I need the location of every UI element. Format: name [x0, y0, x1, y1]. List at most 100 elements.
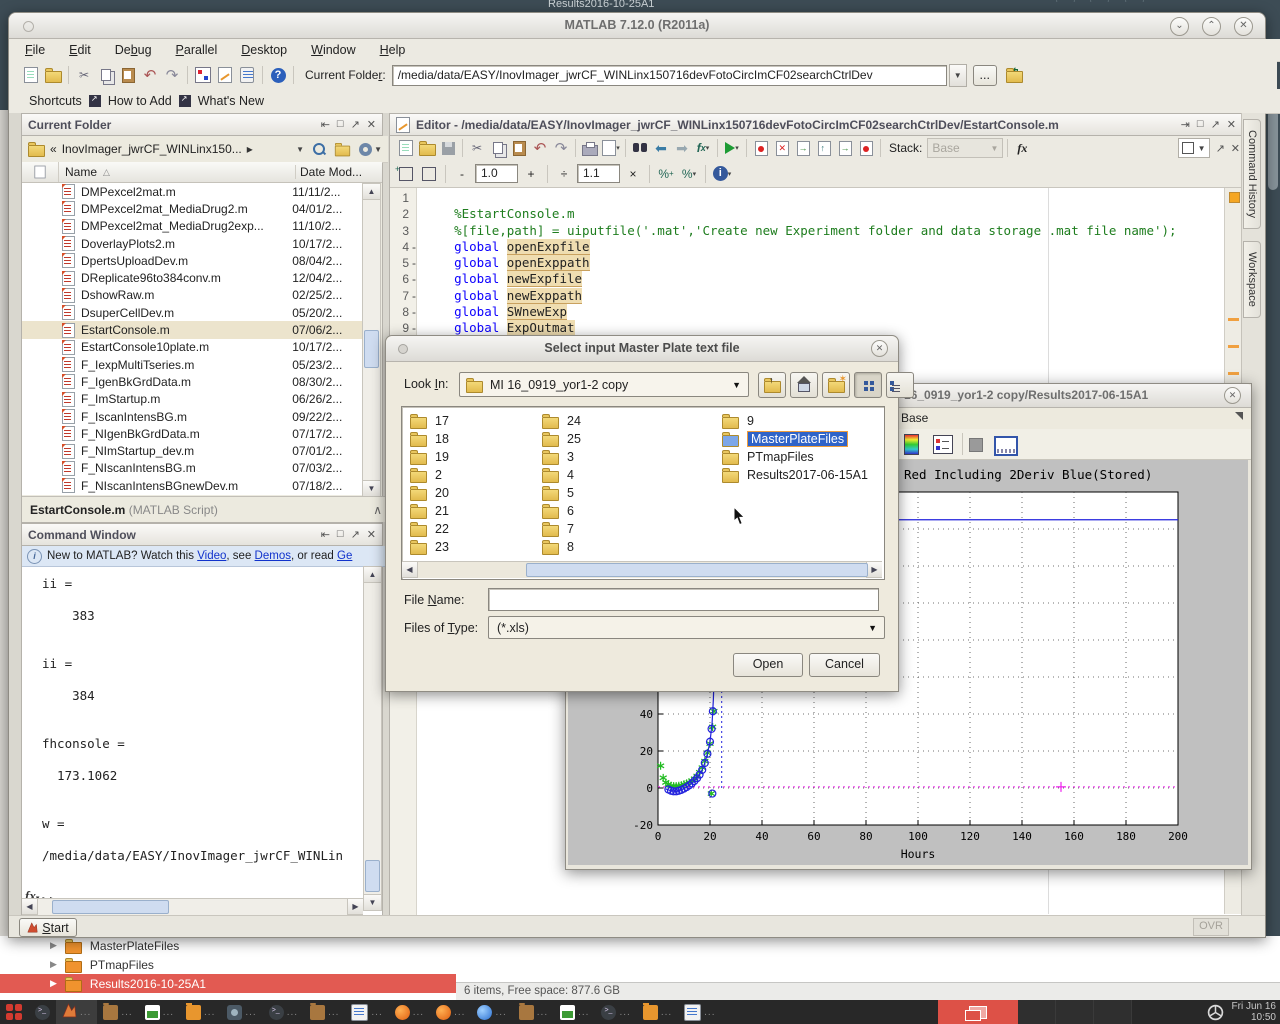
menu-help[interactable]: Help [380, 43, 406, 57]
message-indicator[interactable] [1229, 192, 1240, 203]
close-panel-icon[interactable]: ✕ [367, 118, 376, 131]
file-row[interactable]: DpertsUploadDev.m08/04/2... [22, 252, 362, 269]
folder-item[interactable]: 9 [722, 412, 754, 429]
up-one-level-icon[interactable] [335, 146, 350, 157]
taskbar-item-doc[interactable]: ... [345, 1000, 388, 1024]
home-button[interactable] [790, 372, 818, 398]
folder-item[interactable]: 5 [542, 484, 574, 501]
maximize-button[interactable]: ⌃ [1202, 17, 1221, 36]
undock-icon[interactable]: ↗ [1211, 118, 1220, 131]
open-button[interactable]: Open [733, 653, 803, 677]
folder-item[interactable]: 19 [410, 448, 449, 465]
close-icon[interactable]: ✕ [1231, 142, 1240, 155]
close-button[interactable]: ✕ [1224, 387, 1241, 404]
simulink-icon[interactable] [193, 65, 213, 85]
taskbar-clock[interactable]: Fri Jun 1610:50 [1232, 1001, 1276, 1023]
multiplier-field[interactable]: 1.1 [577, 164, 620, 183]
continue-icon[interactable] [856, 138, 876, 158]
folder-item[interactable]: 3 [542, 448, 574, 465]
save-button[interactable] [438, 138, 458, 158]
matlab-titlebar[interactable]: MATLAB 7.12.0 (R2011a) ⌄ ⌃ ✕ [9, 13, 1265, 39]
command-output[interactable]: ii = 383 ii = 384 fhconsole = 173.1062 w… [42, 576, 364, 894]
expand-arrow-icon[interactable]: ▶ [50, 959, 57, 970]
undock-icon[interactable]: ↗ [1216, 142, 1225, 155]
cut-button[interactable]: ✂ [467, 138, 487, 158]
history-dropdown-icon[interactable]: ▼ [296, 145, 304, 154]
breadcrumb-arrow-icon[interactable]: ▸ [247, 142, 253, 156]
actions-gear-icon[interactable] [359, 143, 372, 156]
editor-layout-dropdown[interactable]: ▼ [1178, 138, 1210, 158]
scroll-left-icon[interactable]: ◀ [402, 562, 418, 578]
taskbar-item-matlab[interactable]: ... [56, 1000, 97, 1024]
scroll-up-icon[interactable]: ▲ [364, 567, 381, 583]
clear-breakpoints-icon[interactable] [772, 138, 792, 158]
demos-link[interactable]: Demos [255, 550, 291, 562]
cancel-button[interactable]: Cancel [809, 653, 880, 677]
scroll-right-icon[interactable]: ▶ [347, 899, 363, 915]
percent-menu-icon[interactable]: %▾ [679, 164, 699, 184]
folder-item[interactable]: 23 [410, 538, 449, 555]
warning-mark[interactable] [1228, 318, 1239, 321]
tree-row[interactable]: ▶MasterPlateFiles [0, 936, 456, 955]
file-row[interactable]: F_NIgenBkGrdData.m07/17/2... [22, 425, 362, 442]
file-row[interactable]: F_NImStartup_dev.m07/01/2... [22, 442, 362, 459]
dock-icon[interactable]: ⇥ [1181, 118, 1190, 131]
taskbar-item-calc[interactable]: ... [554, 1000, 595, 1024]
code-line[interactable]: global openExpfile [424, 239, 1219, 255]
command-hscrollbar[interactable]: ◀ ▶ [22, 898, 363, 916]
folder-item[interactable]: 4 [542, 466, 574, 483]
maximize-panel-icon[interactable]: □ [337, 528, 344, 541]
taskbar-empty-slot[interactable] [1056, 1000, 1094, 1024]
menu-edit[interactable]: Edit [69, 43, 91, 57]
file-row[interactable]: DMPexcel2mat.m11/11/2... [22, 183, 362, 200]
file-row[interactable]: F_ImStartup.m06/26/2... [22, 391, 362, 408]
folder-item[interactable]: 20 [410, 484, 449, 501]
current-folder-dropdown[interactable]: ▼ [949, 64, 967, 87]
browse-folder-button[interactable]: ... [973, 65, 997, 86]
tab-workspace[interactable]: Workspace [1243, 241, 1261, 318]
function-browser-icon[interactable]: fx▾ [693, 138, 713, 158]
taskbar-item-terminal[interactable]: ... [263, 1000, 304, 1024]
file-row[interactable]: DsuperCellDev.m05/20/2... [22, 304, 362, 321]
search-icon[interactable] [312, 142, 326, 156]
code-line[interactable]: global newExpfile [424, 271, 1219, 287]
resize-corner-icon[interactable] [1235, 412, 1243, 420]
dialog-titlebar[interactable]: Select input Master Plate text file ✕ [386, 336, 898, 362]
taskbar-item-calc[interactable]: ... [139, 1000, 180, 1024]
code-line[interactable]: %EstartConsole.m [424, 206, 1219, 222]
file-row[interactable]: DoverlayPlots2.m10/17/2... [22, 235, 362, 252]
dock-icon[interactable]: ⇤ [321, 118, 330, 131]
folder-item[interactable]: 7 [542, 520, 574, 537]
decrease-font-button[interactable]: - [452, 164, 472, 184]
minimize-button[interactable]: ⌄ [1170, 17, 1189, 36]
up-one-level-button[interactable]: ↑ [758, 372, 786, 398]
taskbar-item-folder-brown[interactable]: ... [304, 1000, 345, 1024]
dock-icon[interactable]: ⇤ [321, 528, 330, 541]
folder-item[interactable]: 6 [542, 502, 574, 519]
file-row[interactable]: F_IexpMultiTseries.m05/23/2... [22, 356, 362, 373]
menu-file[interactable]: File [25, 43, 45, 57]
folder-item[interactable]: 2 [410, 466, 442, 483]
scroll-left-icon[interactable]: ◀ [22, 899, 38, 915]
background-scrollbar[interactable] [1268, 110, 1278, 190]
folder-item[interactable]: 18 [410, 430, 449, 447]
code-line[interactable]: global SWnewExp [424, 304, 1219, 320]
close-panel-icon[interactable]: ✕ [1227, 118, 1236, 131]
taskbar-item-folder-orange[interactable]: ... [180, 1000, 221, 1024]
scroll-thumb[interactable] [365, 860, 380, 892]
taskbar-item-doc[interactable]: ... [678, 1000, 721, 1024]
file-list-scrollbar[interactable]: ▲ ▼ [362, 183, 381, 497]
forward-button[interactable]: ➡ [672, 138, 692, 158]
breadcrumb-chevrons[interactable]: « [50, 142, 57, 156]
step-in-icon[interactable] [814, 138, 834, 158]
gear-dropdown-icon[interactable]: ▼ [374, 145, 382, 154]
look-in-dropdown[interactable]: MI 16_0919_yor1-2 copy ▼ [459, 372, 749, 397]
command-vscrollbar[interactable]: ▲ ▼ [363, 566, 382, 911]
file-row[interactable]: F_NIscanIntensBG.m07/03/2... [22, 460, 362, 477]
taskbar-empty-slot[interactable] [1094, 1000, 1132, 1024]
code-line[interactable]: global openExppath [424, 255, 1219, 271]
colorbar-icon[interactable] [904, 434, 919, 455]
shortcut-how-to-add[interactable]: How to Add [108, 94, 172, 108]
set-breakpoint-icon[interactable] [751, 138, 771, 158]
print-button[interactable] [580, 138, 600, 158]
